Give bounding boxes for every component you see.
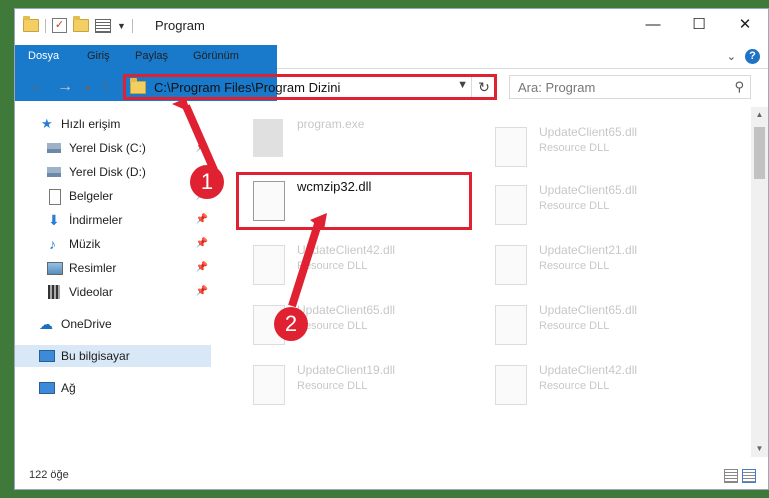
callout-badge-1: 1 [190, 165, 224, 199]
toolbar-separator [131, 18, 133, 33]
pin-icon[interactable]: 📌 [196, 233, 208, 255]
dll-file-icon [495, 305, 527, 345]
drive-icon [47, 167, 61, 177]
dll-file-icon [495, 245, 527, 285]
sidebar-item-quick-access[interactable]: ★ Hızlı erişim [15, 113, 211, 135]
dll-file-icon [253, 245, 285, 285]
forward-arrow-icon[interactable]: → [57, 78, 73, 96]
refresh-icon[interactable]: ↻ [471, 75, 496, 99]
explorer-window: ✓ ▼ Program — ☐ ✕ Dosya Giriş Paylaş Gör… [14, 8, 769, 490]
address-path[interactable]: C:\Program Files\Program Dizini [154, 80, 340, 95]
sidebar-item-pictures[interactable]: Resimler 📌 [15, 257, 211, 279]
pin-icon[interactable]: 📌 [196, 281, 208, 303]
folder-icon [23, 16, 39, 32]
search-input[interactable]: Ara: Program ⚲ [509, 75, 751, 99]
ribbon-tabs: Dosya Giriş Paylaş Görünüm ⌄ ? [15, 45, 768, 101]
dll-file-icon [495, 185, 527, 225]
sidebar-item-onedrive[interactable]: ☁ OneDrive [15, 313, 211, 335]
picture-icon [47, 262, 63, 275]
file-list: program.exe UpdateClient65.dll Resource … [215, 107, 745, 457]
toolbar-separator [45, 18, 46, 33]
sidebar-item-network[interactable]: Ağ [15, 377, 211, 399]
tab-home[interactable]: Giriş [75, 45, 122, 68]
document-icon [49, 189, 61, 205]
file-item[interactable]: program.exe [243, 113, 479, 169]
recent-locations-icon[interactable]: ▼ [83, 83, 92, 93]
sidebar-item-documents[interactable]: Belgeler 📌 [15, 185, 211, 207]
file-item[interactable]: UpdateClient65.dll Resource DLL [485, 179, 721, 235]
dll-file-icon [253, 365, 285, 405]
large-icons-view-icon[interactable] [742, 469, 756, 483]
video-icon [48, 285, 60, 299]
address-bar[interactable]: C:\Program Files\Program Dizini ▼ ↻ [123, 74, 497, 100]
sidebar-item-disk-d[interactable]: Yerel Disk (D:) 📌 [15, 161, 211, 183]
minimize-button[interactable]: — [630, 9, 676, 41]
back-arrow-icon[interactable]: ← [29, 78, 45, 96]
file-highlight-box [236, 172, 472, 230]
dll-file-icon [495, 365, 527, 405]
file-item[interactable]: UpdateClient65.dll Resource DLL [485, 121, 721, 177]
details-view-icon[interactable] [724, 469, 738, 483]
cloud-icon: ☁ [39, 316, 53, 332]
pin-icon[interactable]: 📌 [196, 209, 208, 231]
file-item[interactable]: UpdateClient65.dll Resource DLL [485, 299, 721, 355]
up-arrow-icon[interactable]: ↑ [101, 78, 109, 96]
tab-share[interactable]: Paylaş [123, 45, 180, 68]
navigation-bar: ← → ▼ ↑ C:\Program Files\Program Dizini … [15, 73, 768, 103]
title-bar: ✓ ▼ Program — ☐ ✕ [15, 9, 768, 43]
qat-dropdown-icon[interactable]: ▼ [117, 21, 126, 31]
maximize-button[interactable]: ☐ [676, 9, 722, 41]
ribbon-expand-icon[interactable]: ⌄ [727, 50, 736, 63]
star-icon: ★ [41, 116, 53, 131]
sidebar-item-disk-c[interactable]: Yerel Disk (C:) 📌 [15, 137, 211, 159]
close-button[interactable]: ✕ [722, 9, 768, 41]
vertical-scrollbar[interactable]: ▲ ▼ [751, 107, 768, 457]
network-icon [39, 382, 55, 394]
computer-icon [39, 350, 55, 362]
file-item[interactable]: UpdateClient19.dll Resource DLL [243, 359, 479, 415]
new-folder-icon[interactable] [73, 16, 89, 32]
sidebar-item-music[interactable]: ♪ Müzik 📌 [15, 233, 211, 255]
sidebar-item-videos[interactable]: Videolar 📌 [15, 281, 211, 303]
address-folder-icon [130, 78, 146, 94]
scrollbar-thumb[interactable] [754, 127, 765, 179]
pin-icon[interactable]: 📌 [196, 257, 208, 279]
download-icon: ⬇ [48, 212, 60, 228]
item-count: 122 öğe [29, 469, 69, 481]
drive-icon [47, 143, 61, 153]
list-icon[interactable] [95, 18, 111, 33]
exe-file-icon [253, 119, 283, 157]
sidebar-item-this-pc[interactable]: Bu bilgisayar [15, 345, 211, 367]
navigation-pane: ★ Hızlı erişim Yerel Disk (C:) 📌 Yerel D… [15, 107, 211, 457]
search-placeholder[interactable]: Ara: Program [518, 80, 595, 95]
file-item[interactable]: UpdateClient21.dll Resource DLL [485, 239, 721, 295]
file-item[interactable]: UpdateClient42.dll Resource DLL [243, 239, 479, 295]
pin-icon[interactable]: 📌 [196, 137, 208, 159]
dll-file-icon [495, 127, 527, 167]
tab-view[interactable]: Görünüm [181, 45, 251, 68]
help-icon[interactable]: ? [745, 49, 760, 64]
callout-badge-2: 2 [274, 307, 308, 341]
window-title: Program [155, 18, 205, 33]
view-toggle [724, 469, 756, 483]
properties-check-icon[interactable]: ✓ [52, 18, 67, 33]
address-dropdown-icon[interactable]: ▼ [457, 79, 468, 91]
music-note-icon: ♪ [49, 236, 56, 252]
search-icon[interactable]: ⚲ [734, 79, 744, 95]
file-item[interactable]: UpdateClient42.dll Resource DLL [485, 359, 721, 415]
scroll-down-icon[interactable]: ▼ [751, 441, 768, 457]
sidebar-item-downloads[interactable]: ⬇ İndirmeler 📌 [15, 209, 211, 231]
scroll-up-icon[interactable]: ▲ [751, 107, 768, 123]
